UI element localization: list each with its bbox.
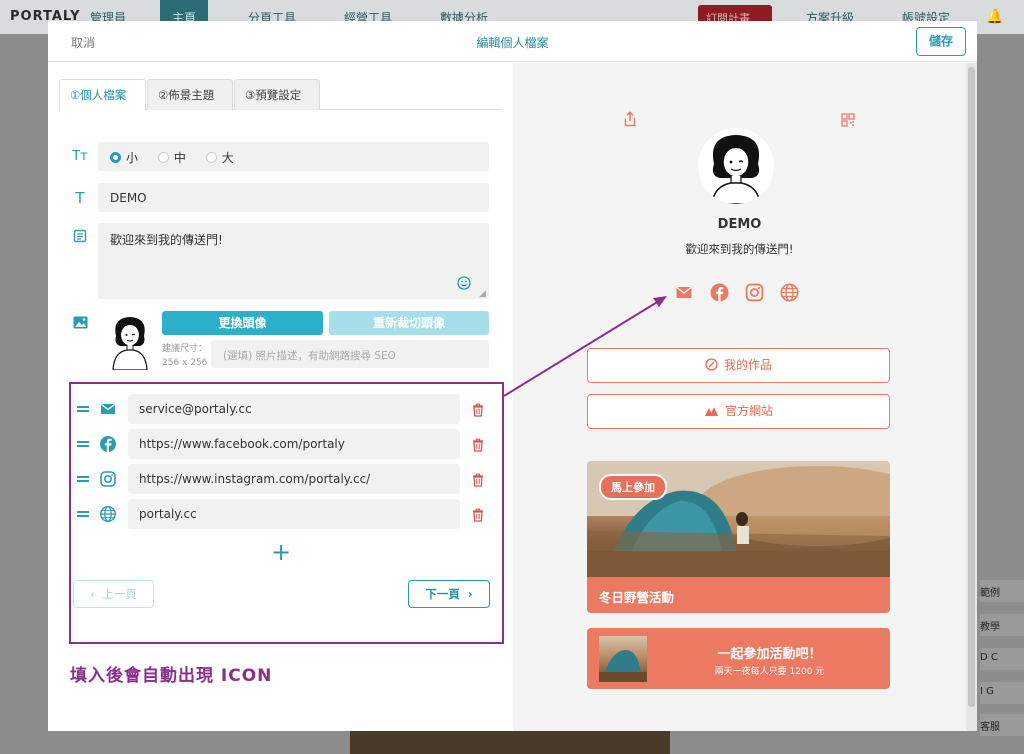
next-page-button[interactable]: 下一頁 › [408, 580, 490, 608]
official-site-button[interactable]: 官方網站 [587, 394, 890, 429]
modal-title: 編輯個人檔案 [476, 36, 549, 50]
promo-banner[interactable]: 一起參加活動吧！ 兩天一夜每人只要 1200 元 [587, 628, 890, 689]
bio-textarea[interactable]: 歡迎來到我的傳送門! ◢ [98, 223, 489, 299]
share-icon[interactable] [622, 111, 638, 127]
join-now-badge: 馬上參加 [599, 474, 667, 500]
profile-preview-panel: DEMO 歡迎來到我的傳送門! 我的作品 官方網站 馬上參加 冬日野營活動 一起… [513, 63, 977, 731]
modal-header: 取消 編輯個人檔案 儲存 [48, 21, 977, 62]
instagram-icon[interactable] [745, 283, 765, 303]
edit-profile-modal: 取消 編輯個人檔案 儲存 ①個人檔案 ②佈景主題 ③預覽設定 Tт 小 中 大 … [48, 21, 977, 731]
scrollbar-thumb[interactable] [968, 67, 975, 707]
radio-large[interactable] [205, 152, 217, 163]
resize-handle-icon[interactable]: ◢ [479, 289, 486, 299]
tab-theme[interactable]: ②佈景主題 [147, 79, 233, 110]
size-option-large[interactable]: 大 [205, 149, 234, 166]
drag-handle-icon[interactable] [77, 406, 89, 412]
trash-icon[interactable] [471, 507, 485, 522]
size-label-large: 大 [221, 151, 234, 165]
drag-handle-icon[interactable] [77, 511, 89, 517]
tent-icon [704, 397, 719, 430]
preview-avatar [698, 128, 774, 204]
link-row-facebook: https://www.facebook.com/portaly [71, 429, 502, 459]
radio-medium[interactable] [157, 152, 169, 163]
size-label-medium: 中 [173, 151, 186, 165]
event-card[interactable]: 馬上參加 冬日野營活動 [587, 461, 890, 613]
add-link-button[interactable]: + [271, 540, 291, 564]
title-text-icon: T [75, 189, 85, 207]
avatar-size-hint: 建議尺寸： 256 x 256 [162, 342, 207, 370]
trash-icon[interactable] [471, 437, 485, 452]
size-label-small: 小 [126, 151, 139, 165]
text-size-selector: 小 中 大 [98, 142, 489, 171]
promo-thumbnail [599, 636, 647, 682]
avatar-thumbnail [108, 314, 152, 371]
facebook-url-field[interactable]: https://www.facebook.com/portaly [128, 429, 460, 459]
my-works-label: 我的作品 [723, 358, 772, 372]
emoji-icon[interactable] [457, 276, 471, 293]
text-size-icon: Tт [72, 149, 88, 164]
my-works-button[interactable]: 我的作品 [587, 348, 890, 383]
social-links-section: service@portaly.cc https://www.facebook.… [69, 382, 504, 644]
side-chip-ig: I G [980, 682, 1024, 704]
trash-icon[interactable] [471, 472, 485, 487]
camping-photo: 馬上參加 [587, 461, 890, 577]
trash-icon[interactable] [471, 402, 485, 417]
image-icon [71, 316, 89, 334]
leaf-icon [705, 351, 718, 384]
background-photo [350, 730, 670, 754]
drag-handle-icon[interactable] [77, 476, 89, 482]
bell-icon: 🔔 [986, 9, 1004, 25]
size-option-small[interactable]: 小 [110, 149, 138, 166]
facebook-icon[interactable] [710, 283, 730, 303]
event-caption: 冬日野營活動 [587, 577, 890, 613]
side-chip-dc: D C [980, 648, 1024, 670]
tab-preview-settings[interactable]: ③預覽設定 [234, 79, 320, 110]
profile-editor-panel: ①個人檔案 ②佈景主題 ③預覽設定 Tт 小 中 大 T DEMO 歡迎來到我的… [48, 63, 513, 731]
qr-code-icon[interactable] [841, 112, 857, 128]
globe-icon[interactable] [780, 283, 800, 303]
side-chip-examples: 範例 [980, 580, 1024, 602]
icon-annotation: 填入後會自動出現 ICON [70, 666, 273, 686]
side-chip-support: 客服 [980, 714, 1024, 736]
size-hint-label: 建議尺寸： [162, 344, 208, 354]
size-hint-value: 256 x 256 [162, 358, 208, 368]
editor-tabs: ①個人檔案 ②佈景主題 ③預覽設定 [59, 79, 502, 111]
prev-page-label: 上一頁 [102, 587, 137, 601]
official-site-label: 官方網站 [724, 404, 773, 418]
globe-icon [99, 505, 117, 523]
radio-small[interactable] [110, 152, 121, 163]
email-field[interactable]: service@portaly.cc [128, 394, 460, 424]
save-button[interactable]: 儲存 [916, 27, 966, 56]
bio-text: 歡迎來到我的傳送門! [110, 233, 223, 247]
mail-icon [99, 400, 117, 418]
preview-scrollbar[interactable] [966, 63, 977, 731]
change-avatar-button[interactable]: 更換頭像 [162, 311, 323, 335]
drag-handle-icon[interactable] [77, 441, 89, 447]
mail-icon[interactable] [675, 283, 695, 303]
tab-profile[interactable]: ①個人檔案 [59, 79, 146, 111]
promo-subtitle: 兩天一夜每人只要 1200 元 [714, 667, 825, 677]
link-row-instagram: https://www.instagram.com/portaly.cc/ [71, 464, 502, 494]
facebook-icon [99, 435, 117, 453]
side-chip-tutorial: 教學 [980, 614, 1024, 636]
preview-name: DEMO [717, 217, 762, 232]
link-row-email: service@portaly.cc [71, 394, 502, 424]
next-page-label: 下一頁 [425, 587, 460, 601]
description-icon [71, 229, 89, 247]
prev-page-button[interactable]: ‹ 上一頁 [73, 580, 154, 608]
instagram-url-field[interactable]: https://www.instagram.com/portaly.cc/ [128, 464, 460, 494]
size-option-medium[interactable]: 中 [157, 149, 186, 166]
preview-bio: 歡迎來到我的傳送門! [685, 242, 794, 256]
recrop-avatar-button[interactable]: 重新裁切頭像 [329, 311, 489, 335]
display-name-field[interactable]: DEMO [98, 183, 489, 212]
website-url-field[interactable]: portaly.cc [128, 499, 460, 529]
link-row-website: portaly.cc [71, 499, 502, 529]
instagram-icon [99, 470, 117, 488]
photo-alt-input[interactable]: (選填) 照片描述，有助網路搜尋 SEO [211, 340, 489, 368]
promo-title: 一起參加活動吧！ [717, 647, 822, 662]
